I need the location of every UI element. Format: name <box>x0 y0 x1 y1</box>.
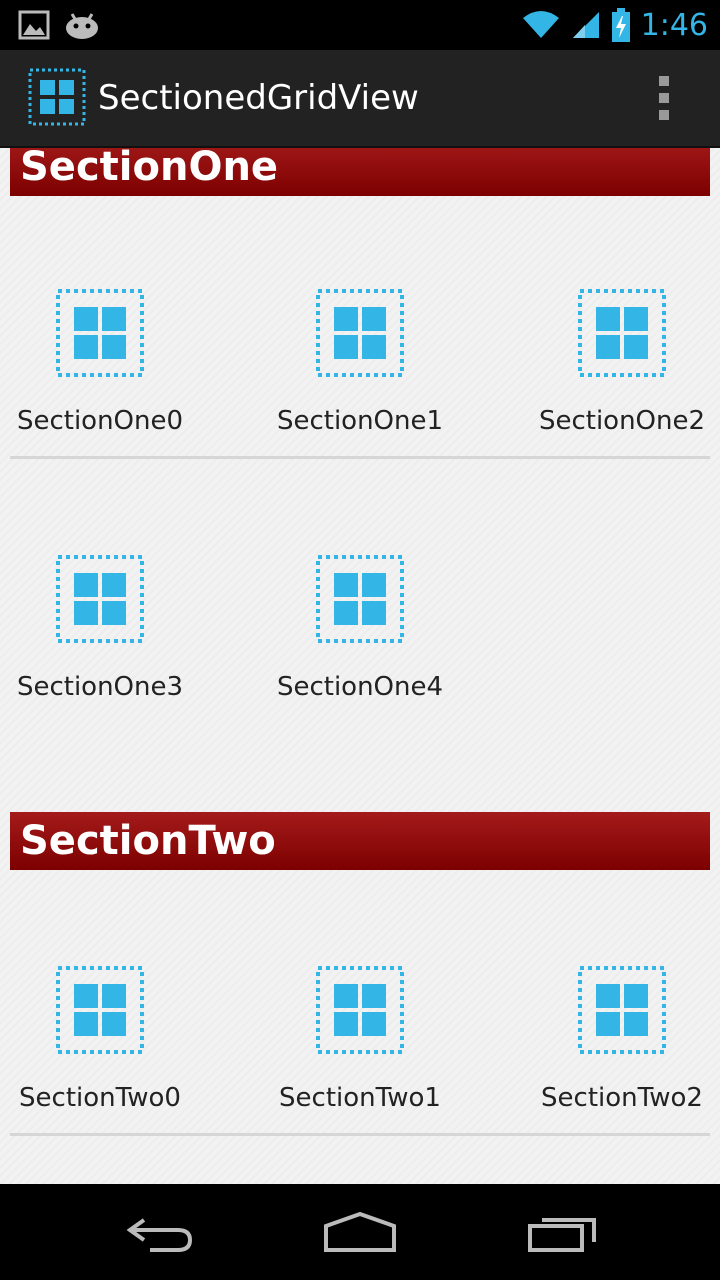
grid-item-icon <box>56 289 144 377</box>
clock-time: 1:46 <box>640 7 708 43</box>
grid-item-label: SectionOne3 <box>16 672 184 702</box>
overflow-menu-icon[interactable] <box>652 76 676 120</box>
grid-item-icon <box>316 289 404 377</box>
grid-item-icon <box>316 966 404 1054</box>
home-icon[interactable] <box>320 1208 400 1256</box>
grid-item-label: SectionTwo1 <box>279 1083 441 1113</box>
grid-item-icon <box>578 289 666 377</box>
grid-item-section-one-1[interactable]: SectionOne1 <box>260 288 460 468</box>
grid-item-icon <box>56 555 144 643</box>
android-icon <box>66 13 98 39</box>
back-icon[interactable] <box>120 1208 200 1256</box>
signal-icon <box>572 12 599 38</box>
grid-item-section-two-2[interactable]: SectionTwo2 <box>522 965 720 1145</box>
recents-icon[interactable] <box>520 1208 600 1256</box>
wifi-icon <box>522 11 559 38</box>
section-header-two: SectionTwo <box>10 812 710 870</box>
grid-item-icon <box>316 555 404 643</box>
section-title: SectionTwo <box>20 818 276 864</box>
battery-charging-icon <box>611 8 630 42</box>
action-bar: SectionedGridView <box>0 50 720 148</box>
app-title: SectionedGridView <box>98 78 419 118</box>
grid-item-label: SectionOne1 <box>276 406 444 436</box>
grid-item-section-two-0[interactable]: SectionTwo0 <box>0 965 200 1145</box>
grid-item-label: SectionOne0 <box>16 406 184 436</box>
grid-item-label: SectionOne2 <box>538 406 706 436</box>
status-bar: 1:46 <box>0 0 720 50</box>
grid-app-icon[interactable] <box>28 68 86 126</box>
navigation-bar <box>0 1184 720 1280</box>
grid-item-label: SectionOne4 <box>276 672 444 702</box>
grid-item-section-one-3[interactable]: SectionOne3 <box>0 554 200 734</box>
gallery-icon <box>18 10 50 40</box>
section-header-one: SectionOne <box>10 148 710 196</box>
grid-item-label: SectionTwo2 <box>541 1083 703 1113</box>
row-divider <box>10 1133 710 1136</box>
grid-item-section-one-2[interactable]: SectionOne2 <box>522 288 720 468</box>
grid-item-icon <box>578 966 666 1054</box>
grid-item-section-one-4[interactable]: SectionOne4 <box>260 554 460 734</box>
grid-item-section-two-1[interactable]: SectionTwo1 <box>260 965 460 1145</box>
section-title: SectionOne <box>20 148 279 190</box>
grid-item-section-one-0[interactable]: SectionOne0 <box>0 288 200 468</box>
sectioned-grid[interactable]: SectionOne SectionOne0 SectionOne1 Secti… <box>0 148 720 1184</box>
row-divider <box>10 456 710 459</box>
grid-item-label: SectionTwo0 <box>19 1083 181 1113</box>
grid-item-icon <box>56 966 144 1054</box>
